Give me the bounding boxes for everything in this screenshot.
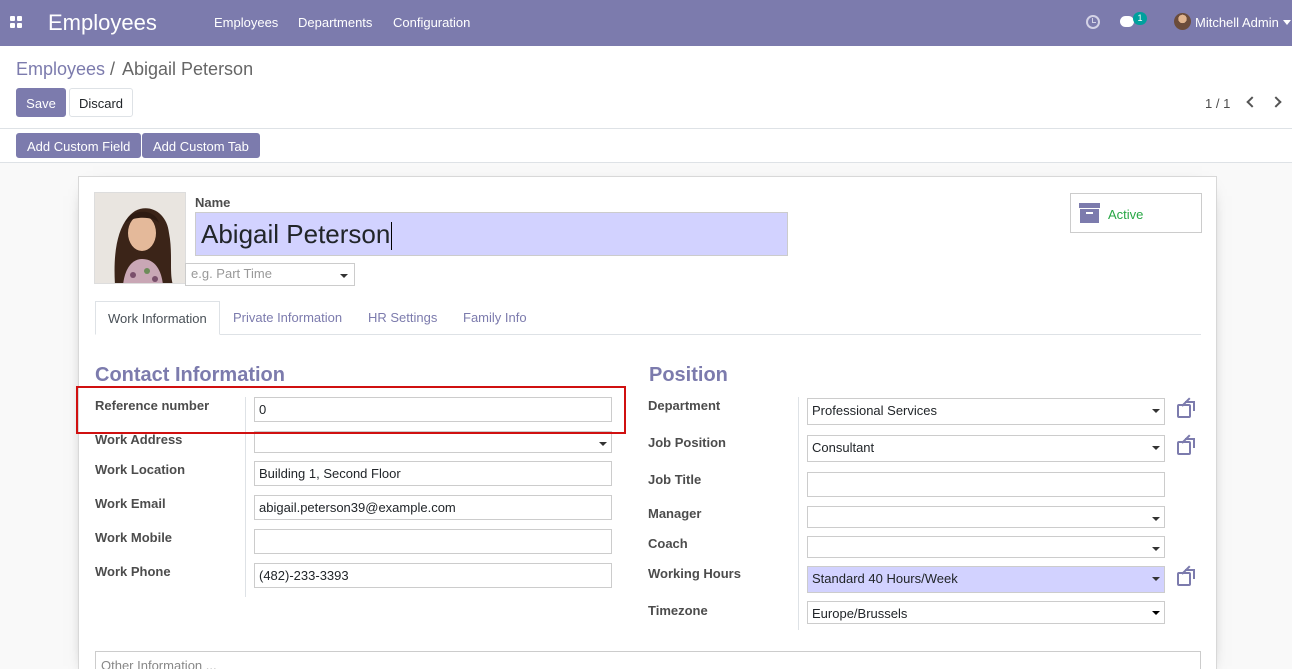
name-label: Name [195, 195, 231, 210]
breadcrumb-separator: / [110, 59, 116, 79]
nav-configuration[interactable]: Configuration [393, 15, 470, 30]
dropdown-caret-icon [599, 442, 607, 446]
job-position-label: Job Position [648, 435, 726, 450]
pager-value[interactable]: 1 / 1 [1205, 96, 1230, 111]
work-mobile-input[interactable] [254, 529, 612, 554]
job-position-select[interactable]: Consultant [807, 435, 1165, 462]
external-link-icon[interactable] [1177, 397, 1195, 418]
chevron-left-icon[interactable] [1246, 96, 1258, 108]
nav-departments[interactable]: Departments [298, 15, 372, 30]
archive-icon [1079, 203, 1100, 223]
department-label: Department [648, 398, 721, 413]
timezone-value: Europe/Brussels [812, 606, 908, 621]
work-phone-label: Work Phone [95, 564, 171, 579]
department-value: Professional Services [812, 403, 937, 418]
save-button[interactable]: Save [16, 88, 66, 117]
form-tabs: Work Information Private Information HR … [95, 301, 1201, 335]
app-title[interactable]: Employees [48, 10, 157, 36]
external-link-icon[interactable] [1177, 434, 1195, 455]
control-panel: Employees / Abigail Peterson Save Discar… [0, 46, 1292, 129]
avatar[interactable] [1174, 13, 1191, 30]
contact-information-title: Contact Information [95, 364, 285, 386]
job-title-placeholder: e.g. Part Time [191, 266, 272, 281]
manager-select[interactable] [807, 506, 1165, 528]
top-navbar: Employees Employees Departments Configur… [0, 0, 1292, 46]
work-email-label: Work Email [95, 496, 166, 511]
dropdown-caret-icon [1152, 517, 1160, 521]
chevron-right-icon[interactable] [1270, 96, 1282, 108]
dropdown-caret-icon [1152, 446, 1160, 450]
timezone-label: Timezone [648, 603, 708, 618]
job-title-label: Job Title [648, 472, 702, 487]
other-information-field[interactable]: Other Information ... [95, 651, 1201, 669]
breadcrumb-parent[interactable]: Employees [16, 59, 105, 80]
work-mobile-label: Work Mobile [95, 530, 173, 545]
department-select[interactable]: Professional Services [807, 398, 1165, 425]
coach-label: Coach [648, 536, 688, 551]
job-position-value: Consultant [812, 440, 875, 455]
user-menu[interactable]: Mitchell Admin [1195, 15, 1279, 30]
work-phone-input[interactable]: (482)-233-3393 [254, 563, 612, 588]
external-link-icon[interactable] [1177, 565, 1195, 586]
working-hours-value: Standard 40 Hours/Week [812, 571, 958, 586]
work-address-select[interactable] [254, 431, 612, 453]
work-address-label: Work Address [95, 432, 183, 447]
work-location-label: Work Location [95, 462, 186, 477]
add-custom-tab-button[interactable]: Add Custom Tab [142, 133, 260, 158]
highlight-annotation-box [76, 386, 626, 434]
employee-name-input[interactable]: Abigail Peterson [195, 212, 788, 256]
dropdown-caret-icon [340, 274, 348, 278]
tab-hr-settings[interactable]: HR Settings [356, 301, 449, 335]
tab-private-information[interactable]: Private Information [221, 301, 354, 335]
dropdown-caret-icon [1152, 577, 1160, 581]
manager-label: Manager [648, 506, 702, 521]
dropdown-caret-icon [1152, 611, 1160, 615]
coach-select[interactable] [807, 536, 1165, 558]
breadcrumb-current: Abigail Peterson [122, 59, 254, 79]
add-custom-field-button[interactable]: Add Custom Field [16, 133, 142, 158]
working-hours-select[interactable]: Standard 40 Hours/Week [807, 566, 1165, 593]
text-cursor [391, 222, 393, 251]
tab-family-info[interactable]: Family Info [451, 301, 539, 335]
chat-count-badge: 1 [1133, 12, 1147, 25]
active-status-label: Active [1108, 207, 1144, 222]
employee-name-value: Abigail Peterson [201, 219, 391, 249]
nav-employees[interactable]: Employees [214, 15, 278, 30]
active-status-button[interactable]: Active [1070, 193, 1202, 233]
chevron-down-icon[interactable] [1283, 20, 1291, 25]
position-divider [798, 397, 799, 630]
dropdown-caret-icon [1152, 409, 1160, 413]
dropdown-caret-icon [1152, 547, 1160, 551]
discard-button[interactable]: Discard [69, 88, 133, 117]
employee-photo[interactable] [94, 192, 186, 284]
chat-icon[interactable] [1120, 16, 1134, 27]
clock-icon[interactable] [1086, 15, 1100, 29]
apps-icon[interactable] [10, 16, 23, 29]
work-location-input[interactable]: Building 1, Second Floor [254, 461, 612, 486]
timezone-select[interactable]: Europe/Brussels [807, 601, 1165, 624]
job-title-select[interactable]: e.g. Part Time [185, 263, 355, 286]
tab-work-information[interactable]: Work Information [95, 301, 220, 335]
work-email-input[interactable]: abigail.peterson39@example.com [254, 495, 612, 520]
working-hours-label: Working Hours [648, 566, 741, 581]
position-title: Position [649, 364, 728, 386]
studio-toolbar: Add Custom Field Add Custom Tab [0, 129, 1292, 163]
job-title-input[interactable] [807, 472, 1165, 497]
